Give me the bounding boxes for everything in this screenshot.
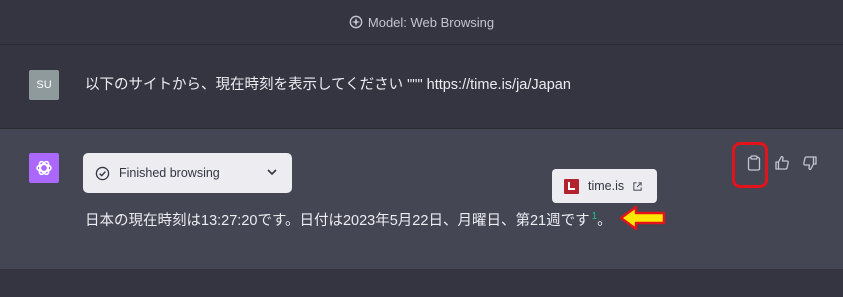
thumbs-down-icon (803, 156, 817, 171)
thumbs-down-button[interactable] (796, 149, 824, 177)
source-citation-popup[interactable]: time.is (552, 169, 657, 203)
time-is-favicon-icon (564, 178, 579, 194)
thumbs-up-button[interactable] (768, 149, 796, 177)
answer-text: 日本の現在時刻は13:27:20です。日付は2023年5月22日、月曜日、第21… (85, 213, 590, 229)
browsing-status-dropdown[interactable]: Finished browsing (83, 153, 292, 193)
source-site-name[interactable]: time.is (588, 179, 624, 193)
user-avatar: SU (29, 70, 59, 100)
thumbs-up-icon (775, 155, 789, 170)
user-message-row: SU 以下のサイトから、現在時刻を表示してください """ https://ti… (0, 45, 843, 129)
chatgpt-avatar (29, 153, 59, 183)
external-link-icon[interactable] (632, 181, 643, 192)
answer-end: 。 (597, 213, 612, 229)
user-avatar-initials: SU (36, 79, 52, 91)
assistant-message-row: Finished browsing time.is 日本の現在時刻は13:27:… (0, 129, 843, 269)
model-sparkle-icon (349, 15, 363, 29)
user-message-text: 以下のサイトから、現在時刻を表示してください """ https://time.… (85, 77, 571, 93)
model-header: Model: Web Browsing (0, 0, 843, 45)
openai-logo-icon (36, 160, 52, 176)
model-label: Model: Web Browsing (367, 14, 495, 30)
assistant-answer: 日本の現在時刻は13:27:20です。日付は2023年5月22日、月曜日、第21… (85, 209, 612, 230)
check-circle-icon (95, 166, 110, 180)
clipboard-icon (747, 155, 761, 171)
browsing-status-label: Finished browsing (119, 166, 220, 180)
copy-button[interactable] (740, 149, 768, 177)
chat-bottom-area (0, 269, 843, 297)
annotation-arrow-icon (619, 205, 666, 231)
chevron-down-icon (267, 169, 277, 176)
message-actions (740, 149, 824, 177)
